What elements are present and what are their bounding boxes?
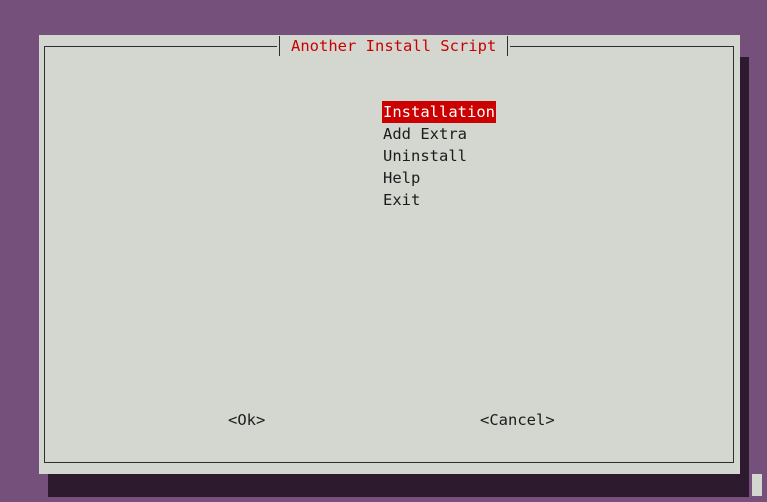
terminal-cursor: [752, 474, 762, 496]
title-right-tick: [507, 36, 509, 56]
menu-item-label: Installation: [382, 101, 496, 123]
ok-button[interactable]: <Ok>: [228, 409, 265, 431]
menu-item-label: Add Extra: [383, 125, 467, 143]
dialog-title: Another Install Script: [291, 37, 497, 55]
menu-dialog: Another Install Script Installation Add …: [39, 35, 740, 474]
dialog-title-bar: Another Install Script: [277, 35, 511, 57]
dialog-shadow-right: [740, 57, 749, 497]
dialog-shadow-bottom: [48, 474, 749, 497]
menu-item-label: Exit: [383, 191, 421, 209]
cancel-button[interactable]: <Cancel>: [480, 409, 555, 431]
menu-item-label: Help: [383, 169, 421, 187]
menu-list: Installation Add Extra Uninstall Help Ex…: [326, 79, 496, 209]
menu-item-installation[interactable]: Installation: [326, 79, 496, 123]
menu-item-label: Uninstall: [383, 147, 467, 165]
